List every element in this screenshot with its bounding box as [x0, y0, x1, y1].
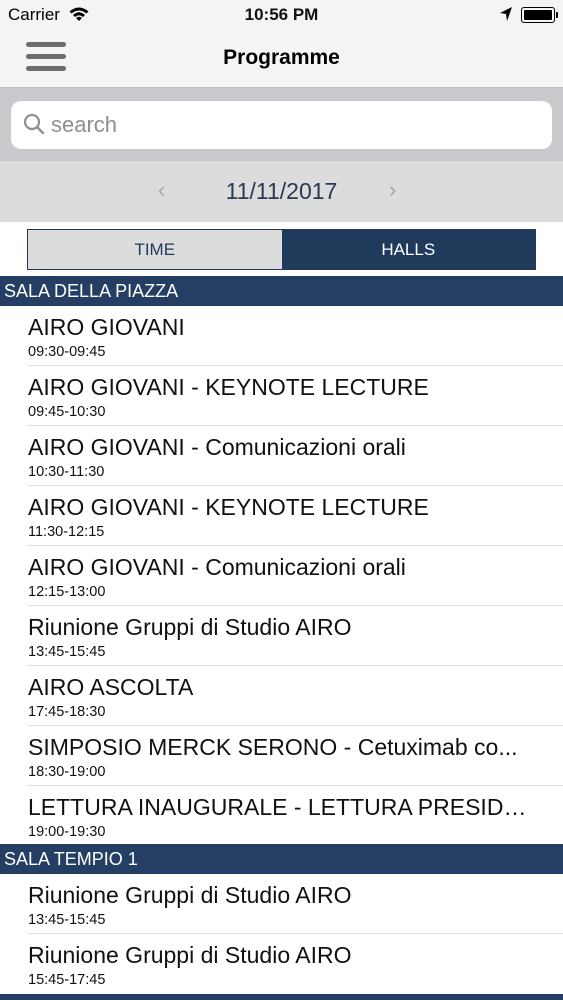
session-title: AIRO GIOVANI - KEYNOTE LECTURE [28, 494, 429, 520]
session-title: AIRO GIOVANI - KEYNOTE LECTURE [28, 374, 429, 400]
session-title: Riunione Gruppi di Studio AIRO [28, 942, 352, 968]
list-item[interactable]: Riunione Gruppi di Studio AIRO 13:45-15:… [0, 874, 563, 934]
list-item[interactable]: AIRO GIOVANI - KEYNOTE LECTURE 11:30-12:… [0, 486, 563, 546]
session-time: 11:30-12:15 [28, 524, 105, 540]
section-header-sala-tempio-1: SALA TEMPIO 1 [0, 844, 563, 874]
session-time: 13:45-15:45 [28, 912, 106, 928]
session-time: 09:30-09:45 [28, 344, 106, 360]
navigation-bar: Programme [0, 30, 563, 88]
clock: 10:56 PM [244, 5, 319, 24]
list-item[interactable]: LETTURA INAUGURALE - LETTURA PRESIDEN...… [0, 786, 563, 846]
section-header-partial [0, 994, 563, 1000]
tab-halls[interactable]: HALLS [281, 230, 535, 269]
search-icon [23, 113, 45, 140]
list-item[interactable]: SIMPOSIO MERCK SERONO - Cetuximab co... … [0, 726, 563, 786]
session-title: AIRO ASCOLTA [28, 674, 194, 700]
session-time: 09:45-10:30 [28, 404, 106, 420]
session-title: AIRO GIOVANI - Comunicazioni orali [28, 434, 406, 460]
session-time: 17:45-18:30 [28, 704, 106, 720]
session-title: LETTURA INAUGURALE - LETTURA PRESIDEN... [28, 794, 538, 820]
list-item[interactable]: AIRO ASCOLTA 17:45-18:30 [0, 666, 563, 726]
section-header-sala-della-piazza: SALA DELLA PIAZZA [0, 276, 563, 306]
date-selector: ‹ 11/11/2017 › [0, 161, 563, 222]
session-time: 19:00-19:30 [28, 824, 106, 840]
list-item[interactable]: AIRO GIOVANI 09:30-09:45 [0, 306, 563, 366]
session-time: 18:30-19:00 [28, 764, 106, 780]
search-input[interactable] [51, 101, 541, 149]
view-segmented-control: TIME HALLS [27, 229, 536, 270]
next-date-chevron-icon[interactable]: › [389, 177, 396, 203]
list-item[interactable]: Riunione Gruppi di Studio AIRO 13:45-15:… [0, 606, 563, 666]
session-title: AIRO GIOVANI [28, 314, 185, 340]
session-title: AIRO GIOVANI - Comunicazioni orali [28, 554, 406, 580]
session-time: 15:45-17:45 [28, 972, 106, 988]
list-item[interactable]: Riunione Gruppi di Studio AIRO 15:45-17:… [0, 934, 563, 994]
search-box[interactable] [11, 101, 552, 149]
list-item[interactable]: AIRO GIOVANI - Comunicazioni orali 10:30… [0, 426, 563, 486]
session-title: Riunione Gruppi di Studio AIRO [28, 882, 352, 908]
status-bar: Carrier 10:56 PM [0, 0, 563, 30]
session-time: 13:45-15:45 [28, 644, 106, 660]
tab-time[interactable]: TIME [28, 230, 282, 269]
list-item[interactable]: AIRO GIOVANI - KEYNOTE LECTURE 09:45-10:… [0, 366, 563, 426]
location-arrow-icon [499, 6, 513, 27]
session-time: 10:30-11:30 [28, 464, 105, 480]
current-date: 11/11/2017 [225, 178, 338, 204]
session-title: Riunione Gruppi di Studio AIRO [28, 614, 352, 640]
search-area [0, 88, 563, 161]
page-title: Programme [223, 46, 340, 69]
session-time: 12:15-13:00 [28, 584, 106, 600]
battery-icon [521, 7, 558, 23]
session-title: SIMPOSIO MERCK SERONO - Cetuximab co... [28, 734, 518, 760]
list-item[interactable]: AIRO GIOVANI - Comunicazioni orali 12:15… [0, 546, 563, 606]
